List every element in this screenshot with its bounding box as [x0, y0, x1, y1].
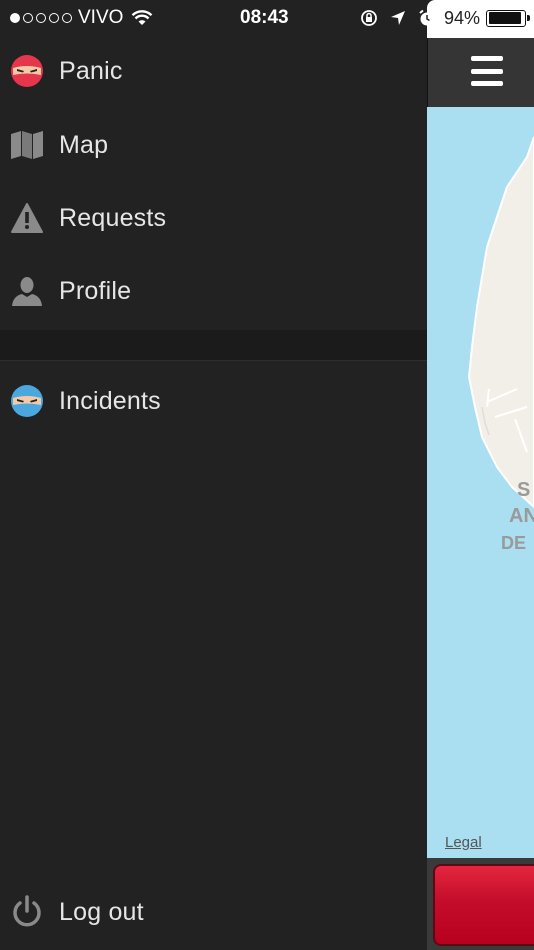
map-label: DE: [501, 533, 527, 553]
map-panel: S AN DE Legal: [427, 0, 534, 950]
status-bar-left: VIVO: [10, 7, 153, 29]
menu-item-label: Map: [59, 130, 109, 159]
location-arrow-icon: [390, 11, 405, 25]
carrier-name: VIVO: [78, 7, 124, 28]
menu-item-label: Incidents: [59, 386, 161, 415]
status-bar-right: 94%: [360, 7, 530, 29]
map-icon: [10, 128, 44, 162]
menu-toggle-icon[interactable]: [471, 56, 503, 86]
alarm-icon: [419, 9, 435, 26]
map-land: [467, 136, 534, 509]
rotation-lock-icon: [361, 10, 377, 26]
battery-status: 94%: [443, 7, 530, 29]
battery-percent: 94%: [443, 7, 480, 28]
menu-section-divider: [0, 330, 427, 361]
menu-item-requests[interactable]: Requests: [0, 188, 427, 248]
battery-icon: [486, 9, 530, 27]
status-time: 08:43: [240, 7, 289, 28]
battery-fill: [488, 12, 522, 24]
menu-item-incidents[interactable]: Incidents: [0, 371, 427, 431]
logout-label: Log out: [59, 897, 144, 926]
signal-strength-icon: [10, 13, 72, 23]
wifi-icon: [132, 10, 153, 25]
menu-item-label: Requests: [59, 203, 167, 232]
legal-link[interactable]: Legal: [445, 834, 482, 851]
warning-icon: [10, 201, 44, 235]
map-view[interactable]: S AN DE Legal: [427, 107, 534, 950]
menu-item-map[interactable]: Map: [0, 115, 427, 175]
menu-item-panic[interactable]: Panic: [0, 41, 427, 101]
menu-item-profile[interactable]: Profile: [0, 261, 427, 321]
menu-item-label: Profile: [59, 276, 132, 305]
person-icon: [10, 274, 44, 308]
power-icon: [10, 895, 44, 929]
status-icons: [360, 9, 436, 27]
map-label: S: [517, 479, 531, 501]
logout-button[interactable]: Log out: [0, 882, 427, 942]
panic-bar: [427, 858, 534, 950]
ninja-red-icon: [10, 54, 44, 88]
map-label: AN: [509, 505, 534, 527]
status-bar: VIVO 08:43 94%: [0, 0, 534, 38]
panic-button[interactable]: [433, 864, 534, 946]
map-navbar: [427, 38, 534, 107]
side-menu: Panic Map Requests Profile Incidents Log…: [0, 0, 427, 950]
menu-item-label: Panic: [59, 56, 123, 85]
ninja-blue-icon: [10, 384, 44, 418]
